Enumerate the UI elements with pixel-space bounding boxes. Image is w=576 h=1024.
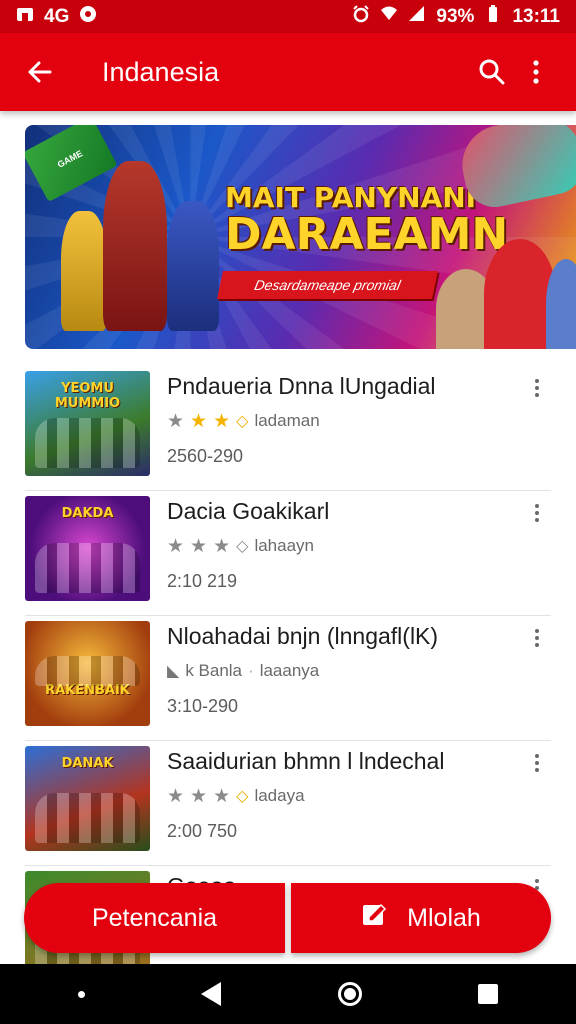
game-meta: ★ ★ ★ ◇ lahaayn (167, 536, 314, 556)
game-badge: k Banla (185, 661, 243, 680)
game-meta: ◣ k Banla · laaanya (167, 661, 319, 681)
diamond-icon: ◇ (236, 413, 249, 430)
cartoon-character (546, 259, 576, 349)
game-label: laaanya (259, 661, 320, 680)
star-icon: ★ (190, 785, 208, 807)
diamond-icon: ◇ (236, 538, 249, 555)
mlolah-button-label: Mlolah (407, 903, 481, 932)
battery-icon (484, 4, 502, 29)
star-icon: ★ (167, 785, 185, 807)
mlolah-button[interactable]: Mlolah (291, 883, 551, 953)
game-list: YEOMU MUMMIO Pndaueria Dnna lUngadial ★ … (25, 366, 551, 964)
star-icon: ★ (190, 535, 208, 557)
clock: 13:11 (512, 5, 560, 27)
system-nav-bar (0, 964, 576, 1024)
game-size: 2:10 219 (167, 571, 238, 591)
game-size: 3:10-290 (167, 696, 239, 716)
game-label: ladaman (254, 411, 320, 430)
diamond-icon: ◇ (236, 788, 249, 805)
list-item[interactable]: DAKDA Dacia Goakikarl ★ ★ ★ ◇ lahaayn 2:… (25, 491, 551, 616)
content-area: GAME MAIT PANYNANI DARAEAMN Desardameape… (0, 111, 576, 964)
bottom-action-bar: Petencania Mlolah (24, 883, 551, 953)
featured-banner[interactable]: GAME MAIT PANYNANI DARAEAMN Desardameape… (25, 125, 576, 349)
hero-character (103, 161, 167, 331)
game-meta: ★ ★ ★ ◇ ladaya (167, 786, 305, 806)
game-label: ladaya (254, 786, 305, 805)
battery-percent: 93% (436, 5, 475, 27)
game-thumbnail: YEOMU MUMMIO (25, 371, 150, 476)
game-title: Dacia Goakikarl (167, 498, 330, 524)
star-icon: ★ (213, 785, 231, 807)
separator: · (248, 661, 254, 680)
nav-back-icon[interactable] (201, 982, 222, 1006)
banner-headline-line2: DARAEAMN (225, 209, 509, 261)
more-vert-icon[interactable] (523, 746, 551, 780)
home-app-icon (16, 5, 34, 29)
star-icon: ★ (190, 410, 208, 432)
game-title: Saaidurian bhmn l lndechal (167, 748, 445, 774)
list-item[interactable]: YEOMU MUMMIO Pndaueria Dnna lUngadial ★ … (25, 366, 551, 491)
list-item[interactable]: DANAK Saaidurian bhmn l lndechal ★ ★ ★ ◇… (25, 741, 551, 866)
game-title: Nloahadai bnjn (lnngafl(lK) (167, 623, 439, 649)
status-bar: 4G 93% 13:11 (0, 0, 576, 33)
more-vert-icon[interactable] (523, 496, 551, 530)
nav-dot-icon (78, 990, 86, 998)
nav-home-icon[interactable] (337, 982, 362, 1006)
game-label: lahaayn (254, 536, 315, 555)
search-icon[interactable] (470, 50, 514, 94)
nav-recents-icon[interactable] (477, 984, 498, 1004)
game-title: Pndaueria Dnna lUngadial (167, 373, 436, 399)
star-icon: ★ (167, 410, 185, 432)
signal-icon (408, 5, 426, 29)
game-thumbnail: RAKENBAIK (25, 621, 150, 726)
more-vert-icon[interactable] (523, 371, 551, 405)
back-arrow-icon[interactable] (18, 50, 62, 94)
tag-icon: ◣ (167, 663, 180, 680)
notification-icon (79, 5, 97, 29)
alarm-icon (352, 4, 370, 29)
list-item[interactable]: RAKENBAIK Nloahadai bnjn (lnngafl(lK) ◣ … (25, 616, 551, 741)
banner-ribbon: Desardameape promial (217, 271, 438, 299)
edit-pencil-icon (361, 901, 389, 936)
wifi-icon (380, 5, 398, 29)
app-bar: Indanesia (0, 33, 576, 111)
star-icon: ★ (213, 410, 231, 432)
game-meta: ★ ★ ★ ◇ ladaman (167, 411, 320, 431)
game-thumbnail: DANAK (25, 746, 150, 851)
game-thumbnail: DAKDA (25, 496, 150, 601)
star-icon: ★ (167, 535, 185, 557)
more-vert-icon[interactable] (514, 50, 558, 94)
star-icon: ★ (213, 535, 231, 557)
game-size: 2:00 750 (167, 821, 238, 841)
hero-character (167, 201, 219, 331)
banner-headline-line1: MAIT PANYNANI (225, 181, 477, 214)
game-size: 2560-290 (167, 446, 244, 466)
page-title: Indanesia (102, 56, 220, 87)
petencania-button[interactable]: Petencania (24, 883, 285, 953)
more-vert-icon[interactable] (523, 621, 551, 655)
network-type-label: 4G (44, 5, 70, 27)
banner-headline: MAIT PANYNANI DARAEAMN (225, 181, 509, 261)
hero-character (61, 211, 107, 331)
